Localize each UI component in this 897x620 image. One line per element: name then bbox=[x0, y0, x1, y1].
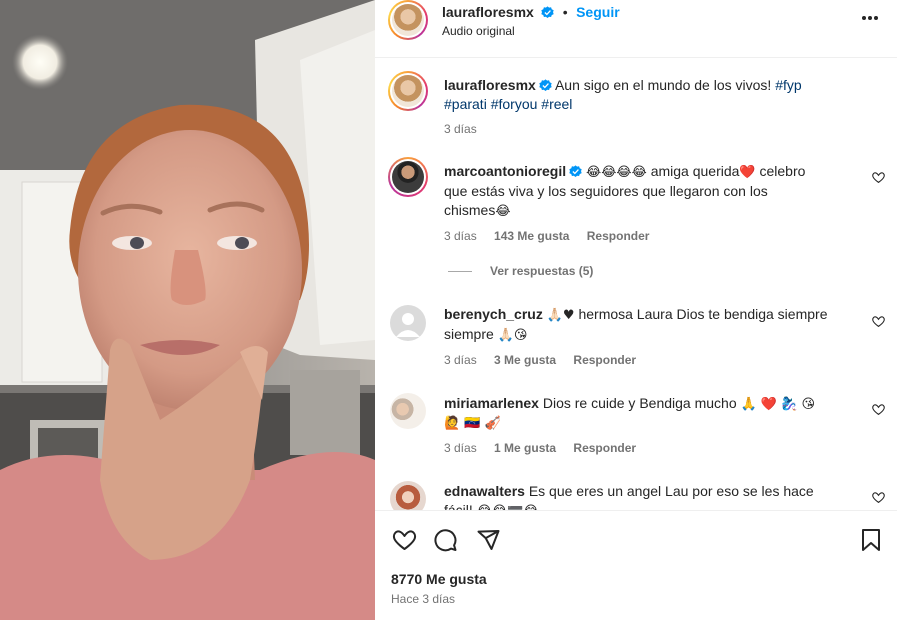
comment-username[interactable]: berenych_cruz bbox=[444, 306, 543, 322]
reply-button[interactable]: Responder bbox=[587, 229, 650, 243]
action-bar: 8770 Me gusta Hace 3 días bbox=[375, 510, 897, 620]
comment-like-icon[interactable] bbox=[872, 171, 885, 184]
comment-text: siempre bbox=[444, 326, 494, 342]
likes-count[interactable]: 8770 Me gusta bbox=[391, 571, 487, 587]
follow-button[interactable]: Seguir bbox=[576, 4, 620, 20]
share-send-icon[interactable] bbox=[476, 528, 501, 552]
comment-avatar[interactable] bbox=[390, 481, 426, 510]
video-frame-illustration bbox=[0, 0, 375, 620]
comment-text: chismes bbox=[444, 202, 496, 218]
comment: miriamarlenex Dios re cuide y Bendiga mu… bbox=[444, 394, 864, 455]
reply-button[interactable]: Responder bbox=[573, 441, 636, 455]
like-heart-icon[interactable] bbox=[392, 528, 417, 552]
comment-text: Dios re cuide y Bendiga mucho bbox=[542, 395, 737, 411]
comment-time: 3 días bbox=[444, 353, 477, 367]
comment-emoji: 🙏🏻♥ bbox=[546, 308, 575, 323]
post-header: laurafloresmx • Seguir Audio original bbox=[375, 0, 897, 58]
comment-likes[interactable]: 3 Me gusta bbox=[494, 353, 556, 367]
comment-emoji: 🙋 🇻🇪 🎻 bbox=[444, 416, 501, 431]
comment-emoji: 🙏 ❤️ 🧞‍♀️ 😘 bbox=[740, 397, 816, 412]
comment-like-icon[interactable] bbox=[872, 403, 885, 416]
post-time: Hace 3 días bbox=[391, 592, 456, 606]
comment-username[interactable]: miriamarlenex bbox=[444, 395, 539, 411]
view-replies-label: Ver respuestas (5) bbox=[490, 264, 594, 278]
author-avatar[interactable] bbox=[388, 0, 428, 40]
comment-text: amiga querida bbox=[650, 163, 740, 179]
comment-emoji: 😂😂😂😂 bbox=[586, 165, 647, 180]
comment-emoji: ❤️ bbox=[739, 165, 756, 180]
comment-avatar[interactable] bbox=[388, 157, 428, 197]
comment-like-icon[interactable] bbox=[872, 491, 885, 504]
verified-badge-icon bbox=[539, 79, 552, 92]
comment-text: fácil! bbox=[444, 502, 473, 510]
caption-text: Aun sigo en el mundo de los vivos! bbox=[554, 77, 772, 93]
comment-time: 3 días bbox=[444, 229, 477, 243]
caption-time: 3 días bbox=[444, 122, 477, 136]
comment-likes[interactable]: 143 Me gusta bbox=[494, 229, 569, 243]
reply-button[interactable]: Responder bbox=[573, 353, 636, 367]
comment-likes[interactable]: 1 Me gusta bbox=[494, 441, 556, 455]
verified-badge-icon bbox=[541, 6, 554, 19]
caption-username[interactable]: laurafloresmx bbox=[444, 77, 536, 93]
comment-time: 3 días bbox=[444, 441, 477, 455]
comment-bubble-icon[interactable] bbox=[433, 528, 458, 552]
replies-divider bbox=[448, 271, 472, 273]
comment-avatar[interactable] bbox=[390, 305, 426, 341]
comment-emoji: 🙏🏻😘 bbox=[497, 328, 528, 343]
comment-username[interactable]: ednawalters bbox=[444, 483, 525, 499]
reel-video[interactable] bbox=[0, 0, 375, 620]
comment-clip: ednawalters Es que eres un angel Lau por… bbox=[375, 478, 897, 510]
comment-username[interactable]: marcoantonioregil bbox=[444, 163, 566, 179]
header-separator: • bbox=[562, 4, 568, 20]
caption-hashtags[interactable]: #parati #foryou #reel bbox=[444, 95, 864, 114]
comment-avatar[interactable] bbox=[390, 393, 426, 429]
comment-text: Es que eres un angel Lau por eso se les … bbox=[528, 483, 814, 499]
view-replies[interactable]: Ver respuestas (5) bbox=[448, 264, 593, 278]
comment-emoji: 😂 bbox=[495, 204, 511, 219]
caption-avatar[interactable] bbox=[388, 71, 428, 111]
comment-text: celebro bbox=[759, 163, 806, 179]
comment: marcoantonioregil 😂😂😂😂 amiga querida❤️ c… bbox=[444, 162, 864, 243]
comment-text: hermosa Laura Dios te bendiga siempre bbox=[578, 306, 828, 322]
caption-hashtag[interactable]: #fyp bbox=[775, 77, 801, 93]
audio-label[interactable]: Audio original bbox=[442, 24, 515, 38]
verified-badge-icon bbox=[569, 165, 582, 178]
comment-like-icon[interactable] bbox=[872, 315, 885, 328]
author-username[interactable]: laurafloresmx bbox=[442, 4, 534, 20]
save-bookmark-icon[interactable] bbox=[860, 528, 882, 552]
comment-text: que estás viva y los seguidores que lleg… bbox=[444, 183, 768, 199]
more-options-icon[interactable] bbox=[861, 15, 879, 21]
default-avatar-icon bbox=[396, 313, 420, 337]
post-side-panel: laurafloresmx • Seguir Audio original la… bbox=[375, 0, 897, 620]
comment: ednawalters Es que eres un angel Lau por… bbox=[444, 482, 864, 510]
caption: laurafloresmx Aun sigo en el mundo de lo… bbox=[444, 76, 864, 136]
comment: berenych_cruz 🙏🏻♥ hermosa Laura Dios te … bbox=[444, 305, 864, 367]
